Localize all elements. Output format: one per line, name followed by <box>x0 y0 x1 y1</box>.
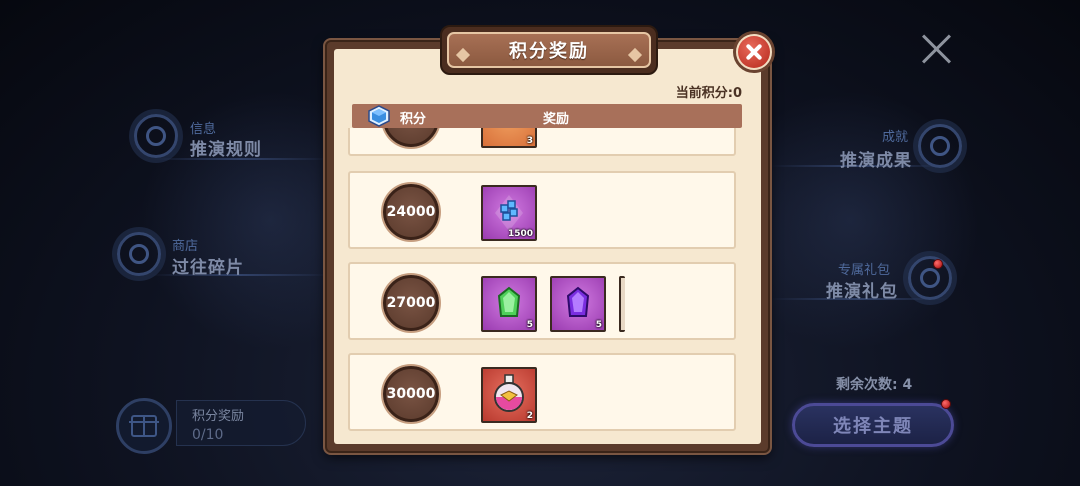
reward-row: 3 <box>348 128 736 156</box>
score-medal: 27000 <box>383 275 439 331</box>
dialog-title: 积分奖励 <box>447 32 651 68</box>
rules-menu-title[interactable]: 推演规则 <box>190 135 262 160</box>
shop-menu-label: 商店 <box>172 239 199 254</box>
achievement-menu-title[interactable]: 推演成果 <box>840 146 912 171</box>
reward-item[interactable]: 5 <box>550 276 606 332</box>
notification-dot <box>941 399 951 409</box>
score-medal: 30000 <box>383 366 439 422</box>
reward-item[interactable]: 1500 <box>481 185 537 241</box>
current-score: 当前积分:0 <box>675 86 742 101</box>
shop-menu-title[interactable]: 过往碎片 <box>172 253 244 278</box>
choose-theme-button[interactable]: 选择主题 <box>792 403 954 447</box>
close-icon[interactable] <box>918 30 956 68</box>
reward-progress-value: 0/10 <box>192 427 224 443</box>
header-score: 积分 <box>400 112 427 127</box>
reward-row: 30000 2 <box>348 353 736 431</box>
close-icon <box>738 36 770 68</box>
achievement-menu-icon[interactable] <box>918 124 962 168</box>
reward-item[interactable]: 2 <box>481 367 537 423</box>
item-count: 1500 <box>507 229 533 239</box>
header-reward: 奖励 <box>543 112 570 127</box>
item-count: 3 <box>526 136 533 146</box>
gift-menu-title[interactable]: 推演礼包 <box>826 277 898 302</box>
item-count: 5 <box>526 320 533 330</box>
dialog-title-plate: 积分奖励 <box>440 25 658 75</box>
achievement-menu-label: 成就 <box>882 130 909 145</box>
score-medal <box>383 128 439 147</box>
reward-progress-label: 积分奖励 <box>192 409 245 424</box>
gift-menu-icon[interactable] <box>908 256 952 300</box>
shop-menu-icon[interactable] <box>117 232 161 276</box>
notification-dot <box>933 259 943 269</box>
gift-menu-label: 专属礼包 <box>838 263 891 278</box>
reward-item[interactable]: 5 <box>481 276 537 332</box>
reward-item[interactable] <box>619 276 625 332</box>
reward-row: 27000 5 5 <box>348 262 736 340</box>
item-count: 5 <box>595 320 602 330</box>
reward-list[interactable]: 3 24000 1500 27000 5 5 30000 2 <box>345 128 741 436</box>
remaining-count: 剩余次数: 4 <box>836 377 913 393</box>
reward-item[interactable]: 3 <box>481 128 537 148</box>
cube-icon <box>368 105 390 127</box>
score-medal: 24000 <box>383 184 439 240</box>
reward-row: 24000 1500 <box>348 171 736 249</box>
item-count: 2 <box>526 411 533 421</box>
gift-icon[interactable] <box>116 398 172 454</box>
dialog-close-button[interactable] <box>733 31 775 73</box>
table-header: 积分 奖励 <box>352 104 742 128</box>
rules-menu-icon[interactable] <box>134 114 178 158</box>
